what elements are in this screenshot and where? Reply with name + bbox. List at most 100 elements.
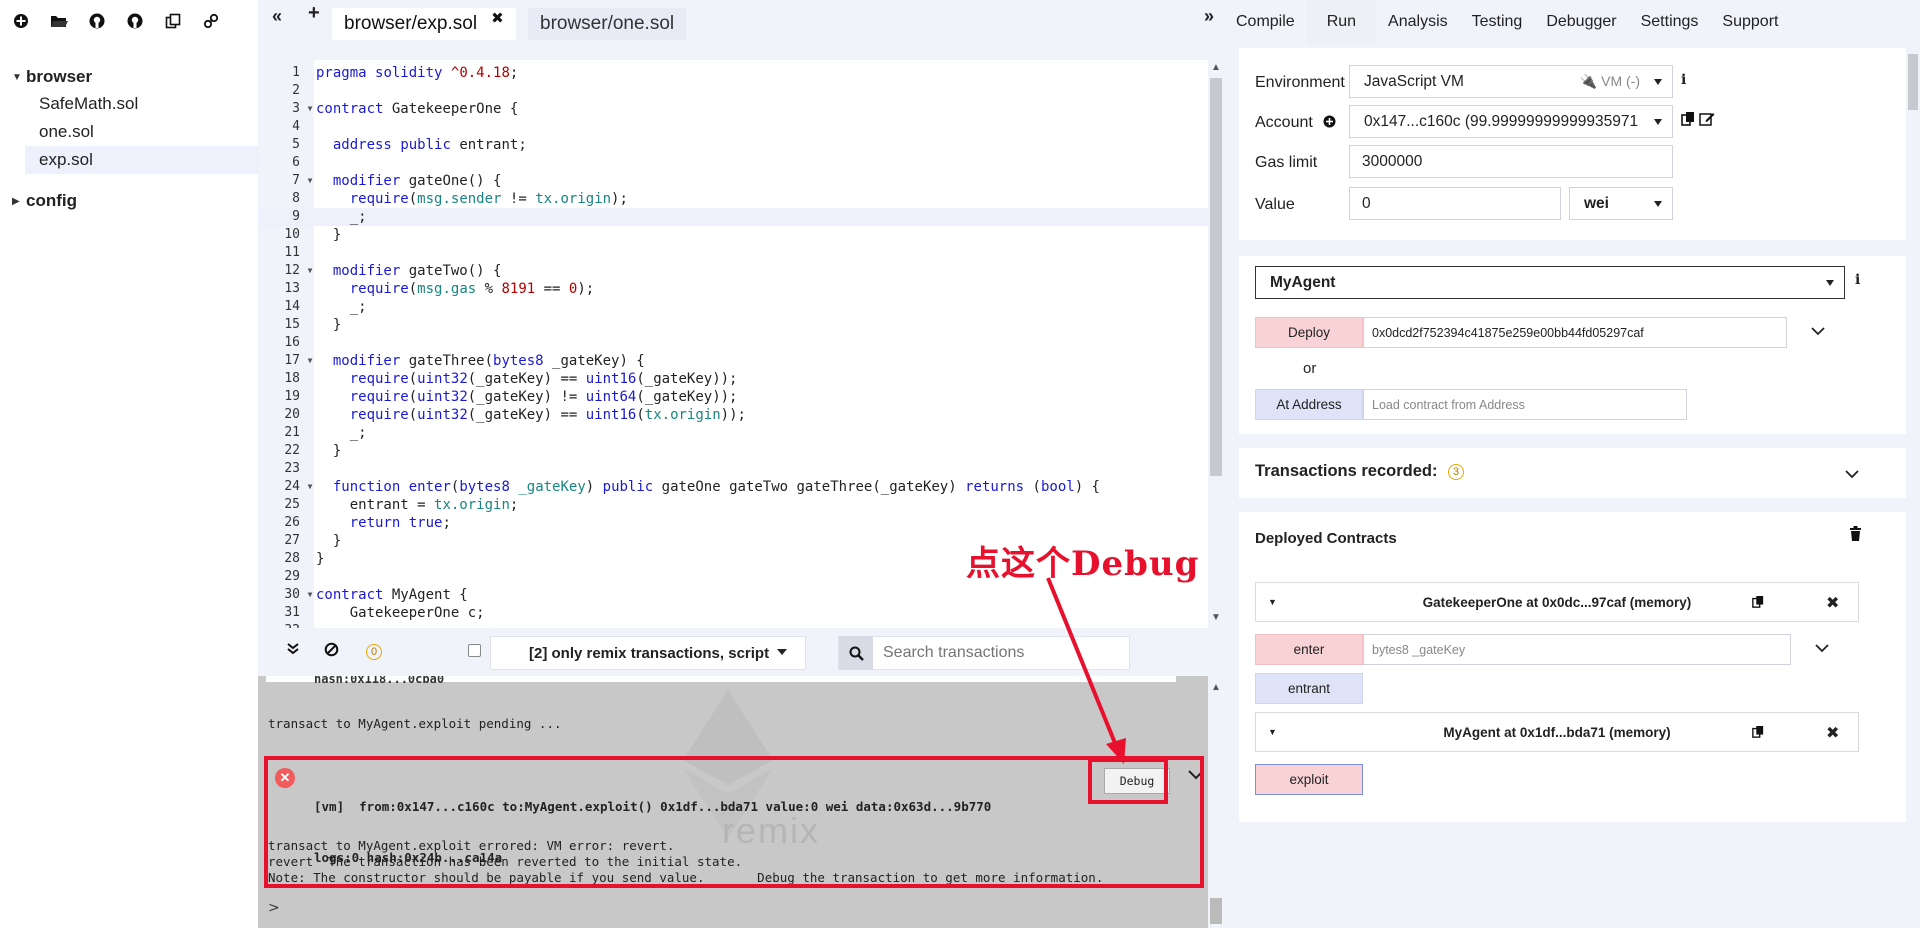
close-icon[interactable]: ✖ bbox=[1826, 723, 1839, 743]
deploy-constructor-input[interactable]: 0x0dcd2f752394c41875e259e00bb44fd05297ca… bbox=[1363, 317, 1787, 348]
folder-browser[interactable]: ▼ browser bbox=[0, 64, 258, 90]
chevron-down-icon[interactable] bbox=[1845, 467, 1859, 482]
editor-scrollbar[interactable]: ▲ ▼ bbox=[1208, 60, 1224, 628]
fold-toggle-icon[interactable]: ▼ bbox=[304, 172, 316, 190]
github-publish-icon[interactable] bbox=[86, 10, 108, 32]
info-icon[interactable]: i bbox=[1855, 272, 1860, 288]
info-icon[interactable]: i bbox=[1681, 72, 1686, 88]
copy-icon[interactable] bbox=[1752, 725, 1764, 742]
contract-instance-myagent[interactable]: ▼ MyAgent at 0x1df...bda71 (memory) ✖ bbox=[1255, 712, 1859, 752]
scrollbar-thumb[interactable] bbox=[1210, 78, 1222, 476]
code-line[interactable]: 32 bbox=[258, 622, 1208, 628]
code-line[interactable]: 8 require(msg.sender != tx.origin); bbox=[258, 190, 1208, 208]
connect-localhost-icon[interactable] bbox=[200, 10, 222, 32]
enter-gatekey-input[interactable]: bytes8 _gateKey bbox=[1363, 634, 1791, 665]
copy-icon[interactable] bbox=[1752, 595, 1764, 612]
code-line[interactable]: 25 entrant = tx.origin; bbox=[258, 496, 1208, 514]
tab-testing[interactable]: Testing bbox=[1460, 0, 1535, 44]
code-line[interactable]: 30 ▼ contract MyAgent { bbox=[258, 586, 1208, 604]
gas-limit-input[interactable]: 3000000 bbox=[1349, 145, 1673, 178]
code-line[interactable]: 13 require(msg.gas % 8191 == 0); bbox=[258, 280, 1208, 298]
chevron-down-icon[interactable] bbox=[1811, 324, 1825, 339]
enter-function-button[interactable]: enter bbox=[1255, 634, 1363, 665]
collapse-right-panel-icon[interactable]: » bbox=[1204, 6, 1214, 27]
copy-to-clipboard-icon[interactable] bbox=[162, 10, 184, 32]
code-line[interactable]: 20 require(uint32(_gateKey) == uint16(tx… bbox=[258, 406, 1208, 424]
tab-debugger[interactable]: Debugger bbox=[1534, 0, 1628, 44]
at-address-button[interactable]: At Address bbox=[1255, 389, 1363, 420]
fold-toggle-icon[interactable]: ▼ bbox=[304, 586, 316, 604]
code-line[interactable]: 1 pragma solidity ^0.4.18; bbox=[258, 64, 1208, 82]
code-line[interactable]: 31 GatekeeperOne c; bbox=[258, 604, 1208, 622]
code-text: require(uint32(_gateKey) == uint16(tx.or… bbox=[349, 407, 746, 423]
at-address-input[interactable]: Load contract from Address bbox=[1363, 389, 1687, 420]
exploit-function-button[interactable]: exploit bbox=[1255, 764, 1363, 795]
code-line[interactable]: 22 } bbox=[258, 442, 1208, 460]
code-line[interactable]: 7 ▼ modifier gateOne() { bbox=[258, 172, 1208, 190]
fold-toggle-icon[interactable]: ▼ bbox=[304, 100, 316, 118]
close-icon[interactable]: ✖ bbox=[1826, 593, 1839, 613]
tab-analysis[interactable]: Analysis bbox=[1376, 0, 1460, 44]
terminal-prompt[interactable]: > bbox=[268, 900, 280, 916]
fold-toggle-icon[interactable]: ▼ bbox=[304, 352, 316, 370]
terminal-filter-select[interactable]: [2] only remix transactions, script bbox=[490, 636, 806, 670]
code-line[interactable]: 24 ▼ function enter(bytes8 _gateKey) publ… bbox=[258, 478, 1208, 496]
file-item-one[interactable]: one.sol bbox=[0, 118, 258, 146]
code-line[interactable]: 14 _; bbox=[258, 298, 1208, 316]
close-tab-icon[interactable]: ✖ bbox=[491, 9, 504, 27]
toggle-terminal-icon[interactable] bbox=[286, 642, 300, 661]
listen-network-checkbox[interactable] bbox=[468, 644, 481, 657]
code-line[interactable]: 4 bbox=[258, 118, 1208, 136]
terminal-scrollbar[interactable]: ▲ bbox=[1208, 676, 1224, 928]
github-icon[interactable] bbox=[124, 10, 146, 32]
code-line[interactable]: 2 bbox=[258, 82, 1208, 100]
collapse-left-panel-icon[interactable]: « bbox=[272, 6, 282, 27]
code-line[interactable]: 6 bbox=[258, 154, 1208, 172]
contract-instance-gatekeeperone[interactable]: ▼ GatekeeperOne at 0x0dc...97caf (memory… bbox=[1255, 582, 1859, 622]
code-line[interactable]: 19 require(uint32(_gateKey) != uint64(_g… bbox=[258, 388, 1208, 406]
chevron-down-icon[interactable] bbox=[1815, 641, 1829, 656]
fold-toggle-icon[interactable]: ▼ bbox=[304, 478, 316, 496]
copy-icon[interactable] bbox=[1681, 111, 1695, 130]
tab-run[interactable]: Run bbox=[1306, 0, 1377, 44]
tab-settings[interactable]: Settings bbox=[1629, 0, 1711, 44]
clear-console-icon[interactable] bbox=[324, 642, 339, 662]
code-line[interactable]: 12 ▼ modifier gateTwo() { bbox=[258, 262, 1208, 280]
value-input[interactable]: 0 bbox=[1349, 187, 1561, 220]
code-line[interactable]: 3 ▼ contract GatekeeperOne { bbox=[258, 100, 1208, 118]
contract-select[interactable]: MyAgent bbox=[1255, 266, 1845, 299]
code-line[interactable]: 17 ▼ modifier gateThree(bytes8 _gateKey) … bbox=[258, 352, 1208, 370]
value-unit-select[interactable]: wei bbox=[1569, 187, 1673, 220]
code-line[interactable]: 16 bbox=[258, 334, 1208, 352]
new-file-icon[interactable] bbox=[10, 10, 32, 32]
add-account-icon[interactable] bbox=[1323, 115, 1336, 128]
search-input[interactable] bbox=[873, 638, 1123, 668]
transactions-recorded-card[interactable]: Transactions recorded: 3 bbox=[1239, 448, 1909, 498]
deploy-button[interactable]: Deploy bbox=[1255, 317, 1363, 348]
code-line[interactable]: 21 _; bbox=[258, 424, 1208, 442]
environment-select[interactable]: JavaScript VM 🔌 VM (-) bbox=[1349, 65, 1673, 98]
entrant-function-button[interactable]: entrant bbox=[1255, 673, 1363, 704]
add-tab-icon[interactable]: + bbox=[308, 2, 320, 25]
code-line[interactable]: 11 bbox=[258, 244, 1208, 262]
edit-icon[interactable] bbox=[1699, 111, 1715, 130]
code-line[interactable]: 9 _; bbox=[258, 208, 1208, 226]
file-item-exp[interactable]: exp.sol bbox=[25, 146, 258, 174]
code-line[interactable]: 18 require(uint32(_gateKey) == uint16(_g… bbox=[258, 370, 1208, 388]
trash-icon[interactable] bbox=[1849, 526, 1862, 544]
code-line[interactable]: 23 bbox=[258, 460, 1208, 478]
fold-toggle-icon[interactable]: ▼ bbox=[304, 262, 316, 280]
folder-config[interactable]: ▶ config bbox=[0, 188, 258, 214]
file-item-safemath[interactable]: SafeMath.sol bbox=[0, 90, 258, 118]
account-select[interactable]: 0x147...c160c (99.99999999999935971 bbox=[1349, 105, 1673, 138]
tab-exp-sol[interactable]: browser/exp.sol ✖ bbox=[332, 8, 516, 40]
code-line[interactable]: 26 return true; bbox=[258, 514, 1208, 532]
tab-support[interactable]: Support bbox=[1710, 0, 1790, 44]
right-panel-scrollbar[interactable] bbox=[1906, 44, 1920, 928]
tab-compile[interactable]: Compile bbox=[1224, 0, 1307, 44]
open-folder-icon[interactable] bbox=[48, 10, 70, 32]
code-line[interactable]: 5 address public entrant; bbox=[258, 136, 1208, 154]
code-line[interactable]: 10 } bbox=[258, 226, 1208, 244]
code-line[interactable]: 15 } bbox=[258, 316, 1208, 334]
tab-one-sol[interactable]: browser/one.sol bbox=[528, 8, 687, 40]
